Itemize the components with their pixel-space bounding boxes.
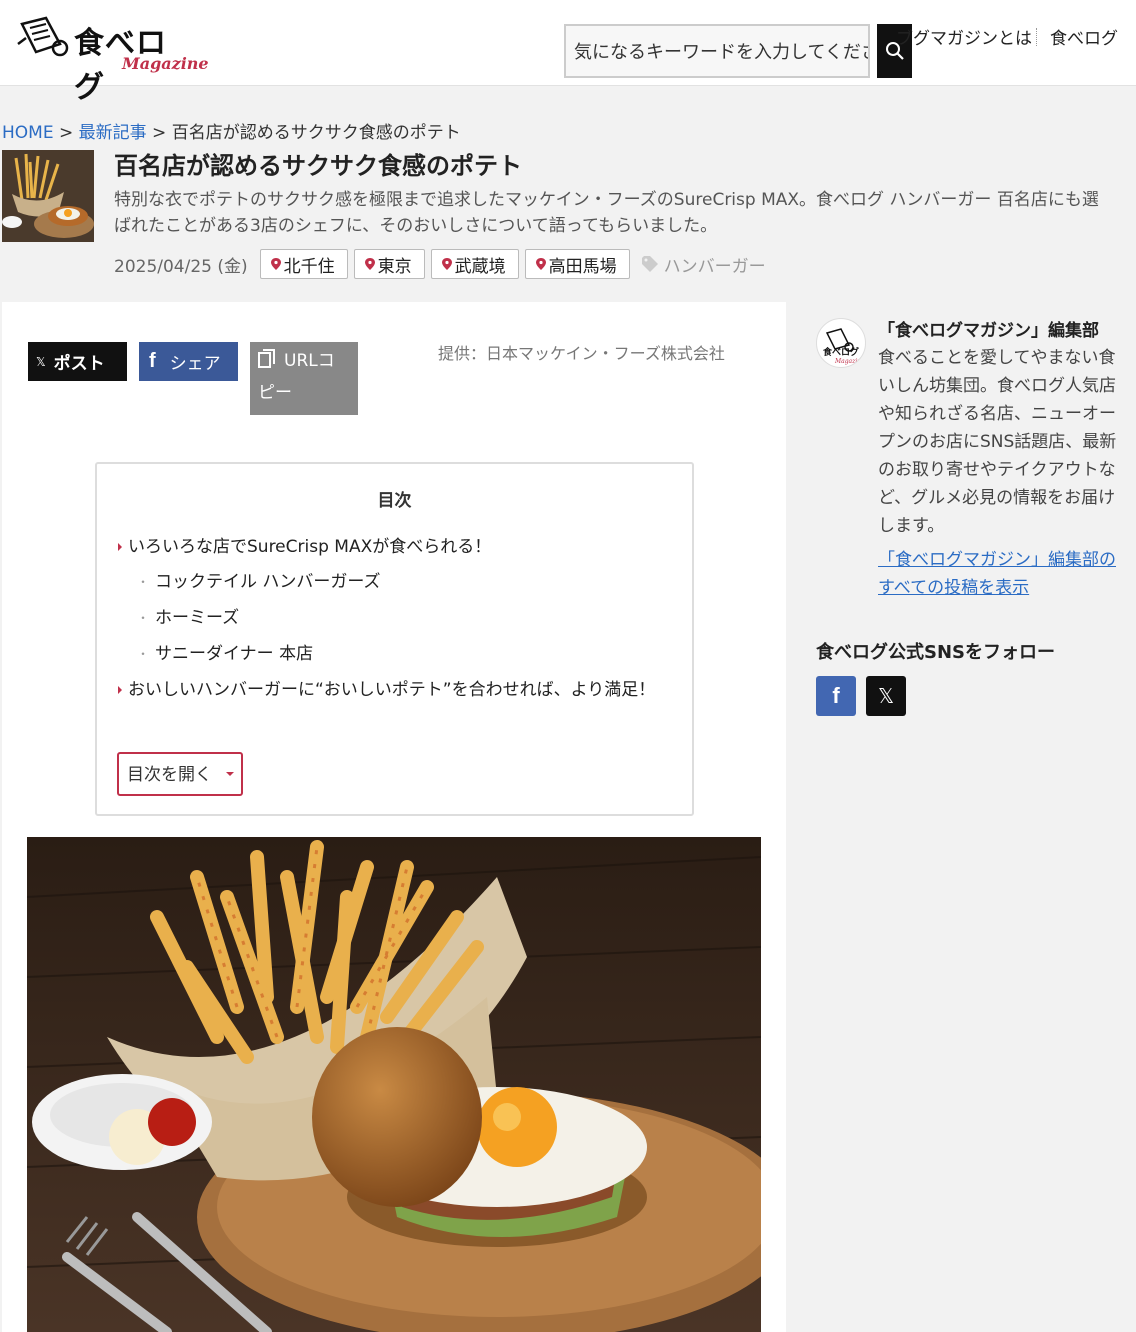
sponsor-provider: 提供：日本マッケイン・フーズ株式会社: [438, 344, 725, 363]
area-tag[interactable]: 北千住: [259, 249, 348, 279]
nav-divider: [1036, 28, 1037, 46]
category-tag[interactable]: ハンバーガー: [641, 252, 766, 277]
breadcrumb-current: 百名店が認めるサクサク食感のポテト: [171, 123, 461, 143]
area-tag-label: 北千住: [283, 256, 335, 277]
svg-text:Magazine: Magazine: [834, 358, 865, 365]
logo-subtext: Magazine: [122, 54, 209, 73]
breadcrumb-separator: >: [152, 123, 167, 143]
area-tag-label: 東京: [377, 256, 412, 277]
map-pin-icon: [364, 258, 375, 270]
author-all-posts-link[interactable]: 「食べログマガジン」編集部のすべての投稿を表示: [878, 546, 1118, 602]
area-tag[interactable]: 武蔵境: [430, 249, 519, 279]
author-description: 食べることを愛してやまない食いしん坊集団。食べログ人気店や知られざる名店、ニュー…: [878, 348, 1117, 536]
copy-url-button[interactable]: URLコピー: [250, 342, 358, 415]
caret-down-icon: [226, 772, 234, 776]
facebook-icon: f: [149, 350, 156, 372]
article-title: 百名店が認めるサクサク食感のポテト: [114, 152, 522, 180]
author-avatar[interactable]: 食べログ Magazine: [816, 318, 866, 368]
copy-icon: [258, 349, 275, 368]
search-input[interactable]: 気になるキーワードを入力してください: [564, 24, 870, 78]
breadcrumb-separator: >: [58, 123, 74, 143]
nav-about-magazine[interactable]: ブグマガジンとは: [896, 24, 1032, 49]
toc-title: 目次: [377, 491, 412, 511]
area-tag-label: 武蔵境: [454, 256, 506, 277]
category-label: ハンバーガー: [663, 256, 766, 277]
article-thumbnail: [2, 150, 94, 242]
share-x-label: ポスト: [53, 354, 105, 374]
article-lead: 特別な衣でポテトのサクサク感を極限まで追求したマッケイン・フーズのSureCri…: [114, 190, 1099, 236]
site-logo[interactable]: 食べログ Magazine: [16, 12, 209, 105]
logo-mascot-icon: [17, 16, 69, 57]
breadcrumb: HOME > 最新記事 > 百名店が認めるサクサク食感のポテト: [2, 118, 461, 143]
tag-icon: [641, 256, 658, 272]
facebook-icon: f: [832, 683, 840, 708]
article-date: 2025/04/25 (金): [114, 256, 248, 277]
article-meta: 2025/04/25 (金) 北千住 東京 武蔵境 高田馬場 ハンバーガー: [114, 249, 766, 279]
site-header: 食べログ Magazine 気になるキーワードを入力してください ブグマガジンと…: [0, 0, 1136, 105]
area-tag[interactable]: 高田馬場: [524, 249, 630, 279]
breadcrumb-home[interactable]: HOME: [2, 123, 54, 143]
x-icon: 𝕏: [36, 354, 46, 369]
author-name: 「食べログマガジン」編集部: [878, 321, 1099, 341]
toc-open-label: 目次を開く: [127, 765, 212, 785]
share-facebook-button[interactable]: f シェア: [139, 342, 238, 381]
table-of-contents: 目次 いろいろな店でSureCrisp MAXが食べられる！ コックテイル ハン…: [95, 462, 694, 816]
toc-item[interactable]: サニーダイナー 本店: [137, 638, 313, 670]
toc-item[interactable]: いろいろな店でSureCrisp MAXが食べられる！: [117, 531, 491, 563]
toc-item[interactable]: ホーミーズ: [137, 602, 239, 634]
share-facebook-label: シェア: [169, 354, 221, 374]
area-tag-label: 高田馬場: [548, 256, 617, 277]
toc-item[interactable]: コックテイル ハンバーガーズ: [137, 566, 381, 598]
map-pin-icon: [270, 258, 281, 270]
map-pin-icon: [535, 258, 546, 270]
area-tag[interactable]: 東京: [353, 249, 425, 279]
follow-facebook-button[interactable]: f: [816, 676, 856, 716]
hero-image: [27, 837, 761, 1332]
toc-item[interactable]: おいしいハンバーガーに“おいしいポテト”を合わせれば、より満足！: [118, 674, 658, 706]
map-pin-icon: [441, 258, 452, 270]
sns-follow-title: 食べログ公式SNSをフォロー: [816, 642, 1055, 663]
svg-text:食べログ: 食べログ: [822, 346, 859, 358]
toc-open-button[interactable]: 目次を開く: [117, 752, 243, 796]
nav-tabelog[interactable]: 食べログ: [1050, 24, 1118, 49]
share-x-button[interactable]: 𝕏 ポスト: [28, 342, 127, 381]
x-icon: 𝕏: [877, 684, 895, 708]
breadcrumb-latest[interactable]: 最新記事: [79, 123, 147, 143]
follow-x-button[interactable]: 𝕏: [866, 676, 906, 716]
